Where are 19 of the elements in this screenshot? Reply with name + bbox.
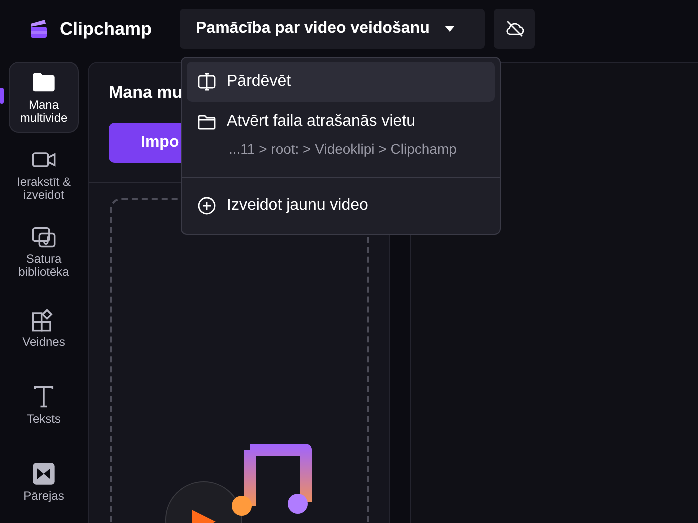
sidebar-item[interactable]: Veidnes — [9, 292, 79, 364]
menu-item[interactable]: Izveidot jaunu video — [187, 186, 495, 226]
sidebar-item[interactable]: Ierakstīt & izveidot — [9, 138, 79, 210]
menu-item[interactable]: Pārdēvēt — [187, 62, 495, 102]
transitions-icon — [31, 460, 57, 487]
sidebar-item[interactable]: Pārejas — [9, 446, 79, 517]
rename-icon — [197, 72, 217, 92]
add-icon — [197, 196, 217, 216]
selection-indicator — [0, 88, 4, 104]
import-button[interactable]: Impo — [109, 123, 181, 163]
menu-item[interactable]: Atvērt faila atrašanās vietu ...11 > root: > Videoklipi > Clipchamp — [187, 102, 495, 167]
panel-title: Mana mu — [109, 83, 184, 103]
sidebar-item[interactable]: Teksts — [9, 369, 79, 440]
sidebar-item[interactable]: Mana multivide — [9, 62, 79, 133]
project-title-button[interactable]: Pamācība par video veidošanu — [180, 9, 485, 49]
cloud-off-button[interactable] — [494, 9, 535, 49]
app-name: Clipchamp — [60, 18, 152, 40]
logo-icon — [28, 18, 50, 40]
sidebar-item[interactable]: Satura bibliotēka — [9, 216, 79, 286]
